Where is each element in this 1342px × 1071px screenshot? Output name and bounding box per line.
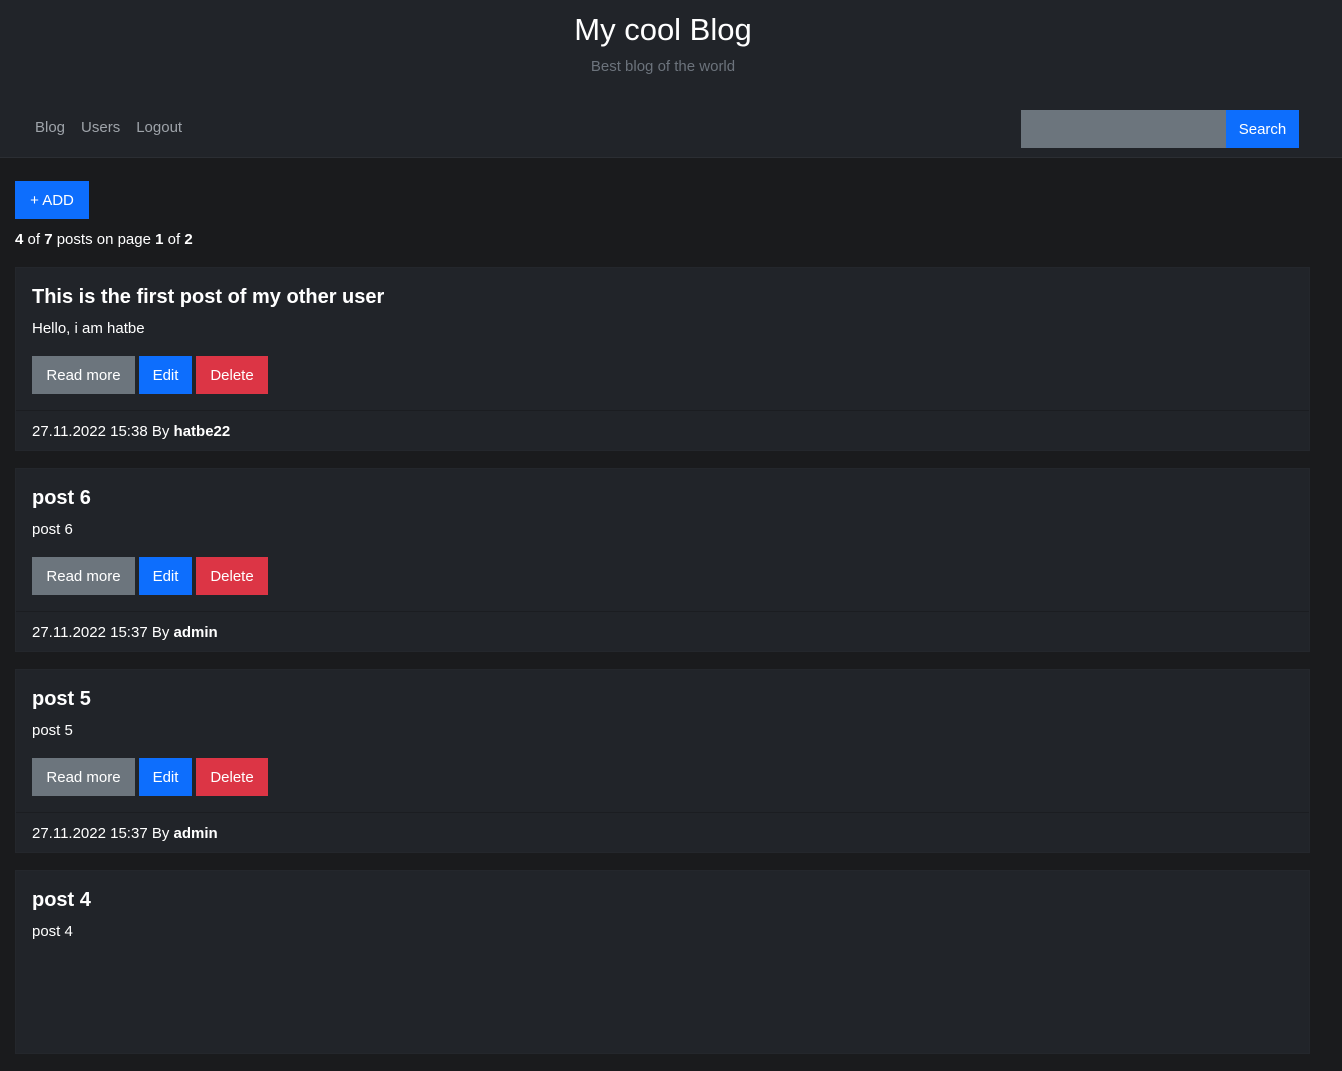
post-date: 27.11.2022 15:38	[32, 423, 148, 440]
post-card: post 4 post 4	[15, 870, 1310, 1054]
pager-page-count: 2	[184, 231, 193, 248]
pager-posts-on-page-word: posts on page	[56, 231, 151, 248]
post-author: admin	[173, 624, 218, 641]
read-more-button[interactable]: Read more	[32, 557, 135, 595]
main-nav: Blog Users Logout	[35, 119, 198, 136]
nav-item-users[interactable]: Users	[81, 119, 120, 136]
post-actions: Read more Edit Delete	[32, 758, 268, 796]
site-subtitle: Best blog of the world	[590, 58, 736, 75]
post-title: post 6	[32, 487, 91, 509]
pager-total-count: 7	[44, 231, 53, 248]
edit-button[interactable]: Edit	[139, 557, 192, 595]
post-date: 27.11.2022 15:37	[32, 825, 148, 842]
post-card: post 5 post 5 Read more Edit Delete 27.1…	[15, 669, 1310, 853]
post-card: This is the first post of my other user …	[15, 267, 1310, 451]
search-input[interactable]	[1021, 110, 1226, 148]
post-date: 27.11.2022 15:37	[32, 624, 148, 641]
post-title: This is the first post of my other user	[32, 286, 385, 308]
add-post-button[interactable]: + ADD	[15, 181, 89, 219]
site-header: My cool Blog Best blog of the world Blog…	[0, 0, 1342, 158]
post-meta: 27.11.2022 15:37 By admin	[32, 624, 218, 641]
post-title: post 5	[32, 688, 91, 710]
post-title: post 4	[32, 889, 91, 911]
read-more-button[interactable]: Read more	[32, 356, 135, 394]
pager-shown-count: 4	[15, 231, 24, 248]
post-text: post 5	[32, 722, 73, 739]
post-actions: Read more Edit Delete	[32, 557, 268, 595]
delete-button[interactable]: Delete	[196, 758, 268, 796]
delete-button[interactable]: Delete	[196, 356, 268, 394]
post-by-word: By	[151, 825, 170, 842]
post-author: hatbe22	[173, 423, 231, 440]
post-by-word: By	[151, 423, 170, 440]
edit-button[interactable]: Edit	[139, 356, 192, 394]
search-button[interactable]: Search	[1226, 110, 1299, 148]
post-footer: 27.11.2022 15:37 By admin	[16, 611, 1309, 652]
pager-info: 4 of 7 posts on page 1 of 2	[15, 231, 193, 248]
pager-of-word: of	[27, 231, 41, 248]
post-actions: Read more Edit Delete	[32, 356, 268, 394]
post-meta: 27.11.2022 15:38 By hatbe22	[32, 423, 230, 440]
post-by-word: By	[151, 624, 170, 641]
delete-button[interactable]: Delete	[196, 557, 268, 595]
post-text: post 6	[32, 521, 73, 538]
post-card: post 6 post 6 Read more Edit Delete 27.1…	[15, 468, 1310, 652]
post-text: post 4	[32, 923, 73, 940]
post-footer: 27.11.2022 15:37 By admin	[16, 812, 1309, 853]
pager-current-page: 1	[155, 231, 164, 248]
post-meta: 27.11.2022 15:37 By admin	[32, 825, 218, 842]
read-more-button[interactable]: Read more	[32, 758, 135, 796]
edit-button[interactable]: Edit	[139, 758, 192, 796]
nav-item-logout[interactable]: Logout	[136, 119, 182, 136]
nav-item-blog[interactable]: Blog	[35, 119, 65, 136]
site-title: My cool Blog	[574, 12, 752, 47]
post-list: This is the first post of my other user …	[15, 267, 1310, 1071]
post-footer: 27.11.2022 15:38 By hatbe22	[16, 410, 1309, 451]
pager-of-word-2: of	[167, 231, 181, 248]
post-text: Hello, i am hatbe	[32, 320, 145, 337]
post-author: admin	[173, 825, 218, 842]
